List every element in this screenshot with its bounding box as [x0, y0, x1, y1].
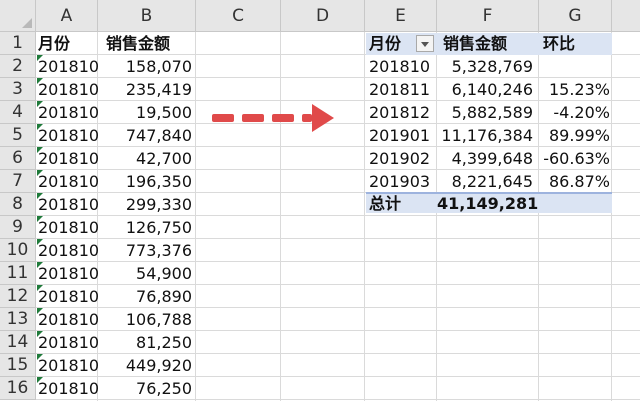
source-cell-month[interactable]: 201810 [38, 147, 99, 170]
row-header[interactable]: 1 [0, 32, 36, 55]
pivot-header-sales[interactable]: 销售金额 [443, 32, 507, 55]
row-header[interactable]: 9 [0, 216, 36, 239]
source-cell-sales[interactable]: 747,840 [98, 124, 192, 147]
pivot-header-mom[interactable]: 环比 [543, 32, 575, 55]
source-cell-month[interactable]: 201810 [38, 216, 99, 239]
pivot-total-value[interactable]: 41,149,281 [437, 192, 538, 215]
source-cell-sales[interactable]: 54,900 [98, 262, 192, 285]
arrow-dash [302, 114, 312, 122]
pivot-cell-sales[interactable]: 6,140,246 [437, 78, 533, 101]
row-header[interactable]: 16 [0, 377, 36, 400]
source-cell-month[interactable]: 201810 [38, 55, 99, 78]
source-cell-sales[interactable]: 126,750 [98, 216, 192, 239]
pivot-cell-sales[interactable]: 5,882,589 [437, 101, 533, 124]
source-cell-month[interactable]: 201810 [38, 377, 99, 400]
column-header-e[interactable]: E [365, 0, 437, 32]
pivot-cell-sales[interactable]: 4,399,648 [437, 147, 533, 170]
row-header[interactable]: 6 [0, 147, 36, 170]
column-header-d[interactable]: D [281, 0, 365, 32]
select-all-triangle-icon [22, 18, 32, 28]
pivot-cell-mom[interactable]: -4.20% [539, 101, 610, 124]
gridline-vertical [280, 32, 281, 401]
arrow-head [312, 104, 334, 132]
source-cell-month[interactable]: 201810 [38, 193, 99, 216]
row-header[interactable]: 15 [0, 354, 36, 377]
pivot-cell-mom[interactable]: 15.23% [539, 78, 610, 101]
row-header[interactable]: 10 [0, 239, 36, 262]
source-cell-sales[interactable]: 106,788 [98, 308, 192, 331]
source-cell-sales[interactable]: 76,250 [98, 377, 192, 400]
gridline-vertical [364, 32, 365, 401]
row-header[interactable]: 5 [0, 124, 36, 147]
source-cell-month[interactable]: 201810 [38, 354, 99, 377]
row-header[interactable]: 2 [0, 55, 36, 78]
row-header[interactable]: 8 [0, 193, 36, 216]
pivot-cell-month[interactable]: 201812 [369, 101, 430, 124]
source-cell-sales[interactable]: 81,250 [98, 331, 192, 354]
source-cell-sales[interactable]: 449,920 [98, 354, 192, 377]
column-header-c[interactable]: C [196, 0, 281, 32]
row-header[interactable]: 11 [0, 262, 36, 285]
select-all-corner[interactable] [0, 0, 36, 32]
row-header[interactable]: 7 [0, 170, 36, 193]
source-cell-sales[interactable]: 42,700 [98, 147, 192, 170]
source-cell-month[interactable]: 201810 [38, 262, 99, 285]
source-cell-sales[interactable]: 299,330 [98, 193, 192, 216]
row-header[interactable]: 13 [0, 308, 36, 331]
arrow-dash [272, 114, 294, 122]
source-cell-sales[interactable]: 158,070 [98, 55, 192, 78]
row-header[interactable]: 14 [0, 331, 36, 354]
pivot-cell-sales[interactable]: 5,328,769 [437, 55, 533, 78]
spreadsheet: A B C D E F G 1 2 3 4 5 6 7 8 9 10 11 12 13 14 15 16 月份… [0, 0, 640, 401]
source-cell-month[interactable]: 201810 [38, 308, 99, 331]
gridline-vertical [195, 32, 196, 401]
source-cell-month[interactable]: 201810 [38, 170, 99, 193]
source-cell-month[interactable]: 201810 [38, 331, 99, 354]
column-header-g[interactable]: G [539, 0, 612, 32]
pivot-cell-month[interactable]: 201901 [369, 124, 430, 147]
column-header-b[interactable]: B [98, 0, 196, 32]
source-cell-sales[interactable]: 196,350 [98, 170, 192, 193]
source-cell-sales[interactable]: 76,890 [98, 285, 192, 308]
source-cell-month[interactable]: 201810 [38, 239, 99, 262]
pivot-cell-month[interactable]: 201810 [369, 55, 430, 78]
gridline-vertical [611, 32, 612, 401]
source-cell-month[interactable]: 201810 [38, 78, 99, 101]
filter-dropdown-icon[interactable] [416, 35, 434, 52]
pivot-cell-month[interactable]: 201902 [369, 147, 430, 170]
row-header[interactable]: 4 [0, 101, 36, 124]
source-cell-month[interactable]: 201810 [38, 124, 99, 147]
source-header-sales[interactable]: 销售金额 [106, 32, 170, 55]
row-header[interactable]: 12 [0, 285, 36, 308]
pivot-cell-sales[interactable]: 8,221,645 [437, 170, 533, 193]
column-header-h[interactable] [612, 0, 640, 32]
source-cell-month[interactable]: 201810 [38, 285, 99, 308]
row-header[interactable]: 3 [0, 78, 36, 101]
pivot-cell-month[interactable]: 201903 [369, 170, 430, 193]
pivot-cell-month[interactable]: 201811 [369, 78, 430, 101]
column-header-a[interactable]: A [36, 0, 98, 32]
source-cell-sales[interactable]: 235,419 [98, 78, 192, 101]
pivot-header-month[interactable]: 月份 [369, 32, 401, 55]
source-cell-month[interactable]: 201810 [38, 101, 99, 124]
pivot-cell-mom[interactable]: 89.99% [539, 124, 610, 147]
arrow-dash [212, 114, 234, 122]
source-header-month[interactable]: 月份 [38, 32, 70, 55]
column-header-f[interactable]: F [437, 0, 539, 32]
pivot-cell-mom[interactable]: 86.87% [539, 170, 610, 193]
arrow-dash [242, 114, 264, 122]
pivot-cell-mom[interactable]: -60.63% [539, 147, 610, 170]
pivot-cell-sales[interactable]: 11,176,384 [437, 124, 533, 147]
pivot-total-label[interactable]: 总计 [369, 192, 401, 215]
source-cell-sales[interactable]: 19,500 [98, 101, 192, 124]
source-cell-sales[interactable]: 773,376 [98, 239, 192, 262]
